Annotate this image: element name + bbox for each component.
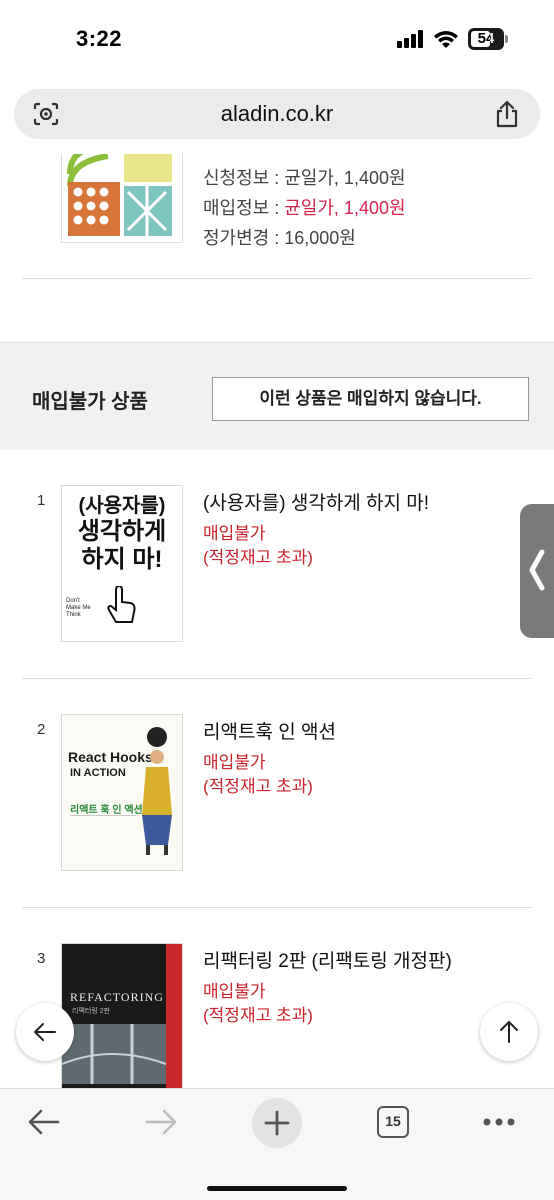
divider xyxy=(22,907,532,908)
signal-icon xyxy=(397,30,425,48)
forward-arrow-icon[interactable] xyxy=(143,1107,179,1137)
status-reason: (적정재고 초과) xyxy=(203,777,313,796)
book-cover-image[interactable]: REFACTORING 리팩터링 2판 xyxy=(62,944,182,1088)
chevron-left-icon xyxy=(529,549,545,591)
item-number: 3 xyxy=(37,950,46,967)
list-item: 3 REFACTORING 리팩터링 2판 리팩터링 2판 (리팩토링 개정판)… xyxy=(0,944,554,1088)
section-title: 매입불가 상품 xyxy=(32,391,148,413)
item-number: 2 xyxy=(37,721,46,738)
purchase-info: 매입정보 : 균일가, 1,400원 xyxy=(203,198,406,218)
divider xyxy=(22,678,532,679)
arrow-left-icon xyxy=(34,1023,56,1041)
scroll-top-button[interactable] xyxy=(480,1003,538,1061)
book-cover-image[interactable] xyxy=(62,154,182,242)
status-unbuyable: 매입불가 xyxy=(203,753,266,772)
wifi-icon xyxy=(434,31,458,48)
request-info: 신청정보 : 균일가, 1,400원 xyxy=(203,168,406,188)
unbuyable-section-header: 매입불가 상품 이런 상품은 매입하지 않습니다. xyxy=(0,342,554,450)
book-title[interactable]: 리팩터링 2판 (리팩토링 개정판) xyxy=(203,946,452,973)
status-reason: (적정재고 초과) xyxy=(203,1006,313,1025)
url-text[interactable]: aladin.co.kr xyxy=(14,89,540,139)
status-unbuyable: 매입불가 xyxy=(203,982,266,1001)
new-tab-button[interactable] xyxy=(252,1098,302,1148)
status-unbuyable: 매입불가 xyxy=(203,524,266,543)
share-icon[interactable] xyxy=(494,99,520,129)
list-item: 신청정보 : 균일가, 1,400원 매입정보 : 균일가, 1,400원 정가… xyxy=(0,154,554,278)
list-item: 1 (사용자를) 생각하게 하지 마! Don't Make Me Think … xyxy=(0,486,554,678)
price-change-info: 정가변경 : 16,000원 xyxy=(203,228,356,248)
status-time: 3:22 xyxy=(76,26,123,51)
battery-icon: 54 xyxy=(468,28,508,50)
plus-icon xyxy=(264,1110,290,1136)
page-content[interactable]: 신청정보 : 균일가, 1,400원 매입정보 : 균일가, 1,400원 정가… xyxy=(0,154,554,1088)
home-indicator xyxy=(207,1186,347,1191)
item-number: 1 xyxy=(37,492,46,509)
divider xyxy=(22,278,532,279)
back-arrow-icon[interactable] xyxy=(26,1107,62,1137)
book-title[interactable]: (사용자를) 생각하게 하지 마! xyxy=(203,488,429,515)
side-panel-handle[interactable] xyxy=(520,504,554,638)
more-options-icon[interactable] xyxy=(482,1117,516,1127)
book-title[interactable]: 리액트훅 인 액션 xyxy=(203,717,336,744)
address-bar[interactable]: aladin.co.kr xyxy=(14,89,540,139)
back-float-button[interactable] xyxy=(16,1003,74,1061)
battery-level: 54 xyxy=(477,30,495,47)
arrow-up-icon xyxy=(500,1021,518,1043)
list-item: 2 React Hooks IN ACTION 리액트 훅 인 액션 리액트훅 … xyxy=(0,715,554,907)
unbuyable-policy-button[interactable]: 이런 상품은 매입하지 않습니다. xyxy=(212,377,529,421)
tab-switcher-button[interactable]: 15 xyxy=(377,1106,409,1138)
browser-toolbar: 15 xyxy=(0,1088,554,1200)
status-bar: 3:22 54 xyxy=(0,0,554,84)
status-reason: (적정재고 초과) xyxy=(203,548,313,567)
book-cover-image[interactable]: React Hooks IN ACTION 리액트 훅 인 액션 xyxy=(62,715,182,870)
book-cover-image[interactable]: (사용자를) 생각하게 하지 마! Don't Make Me Think xyxy=(62,486,182,641)
